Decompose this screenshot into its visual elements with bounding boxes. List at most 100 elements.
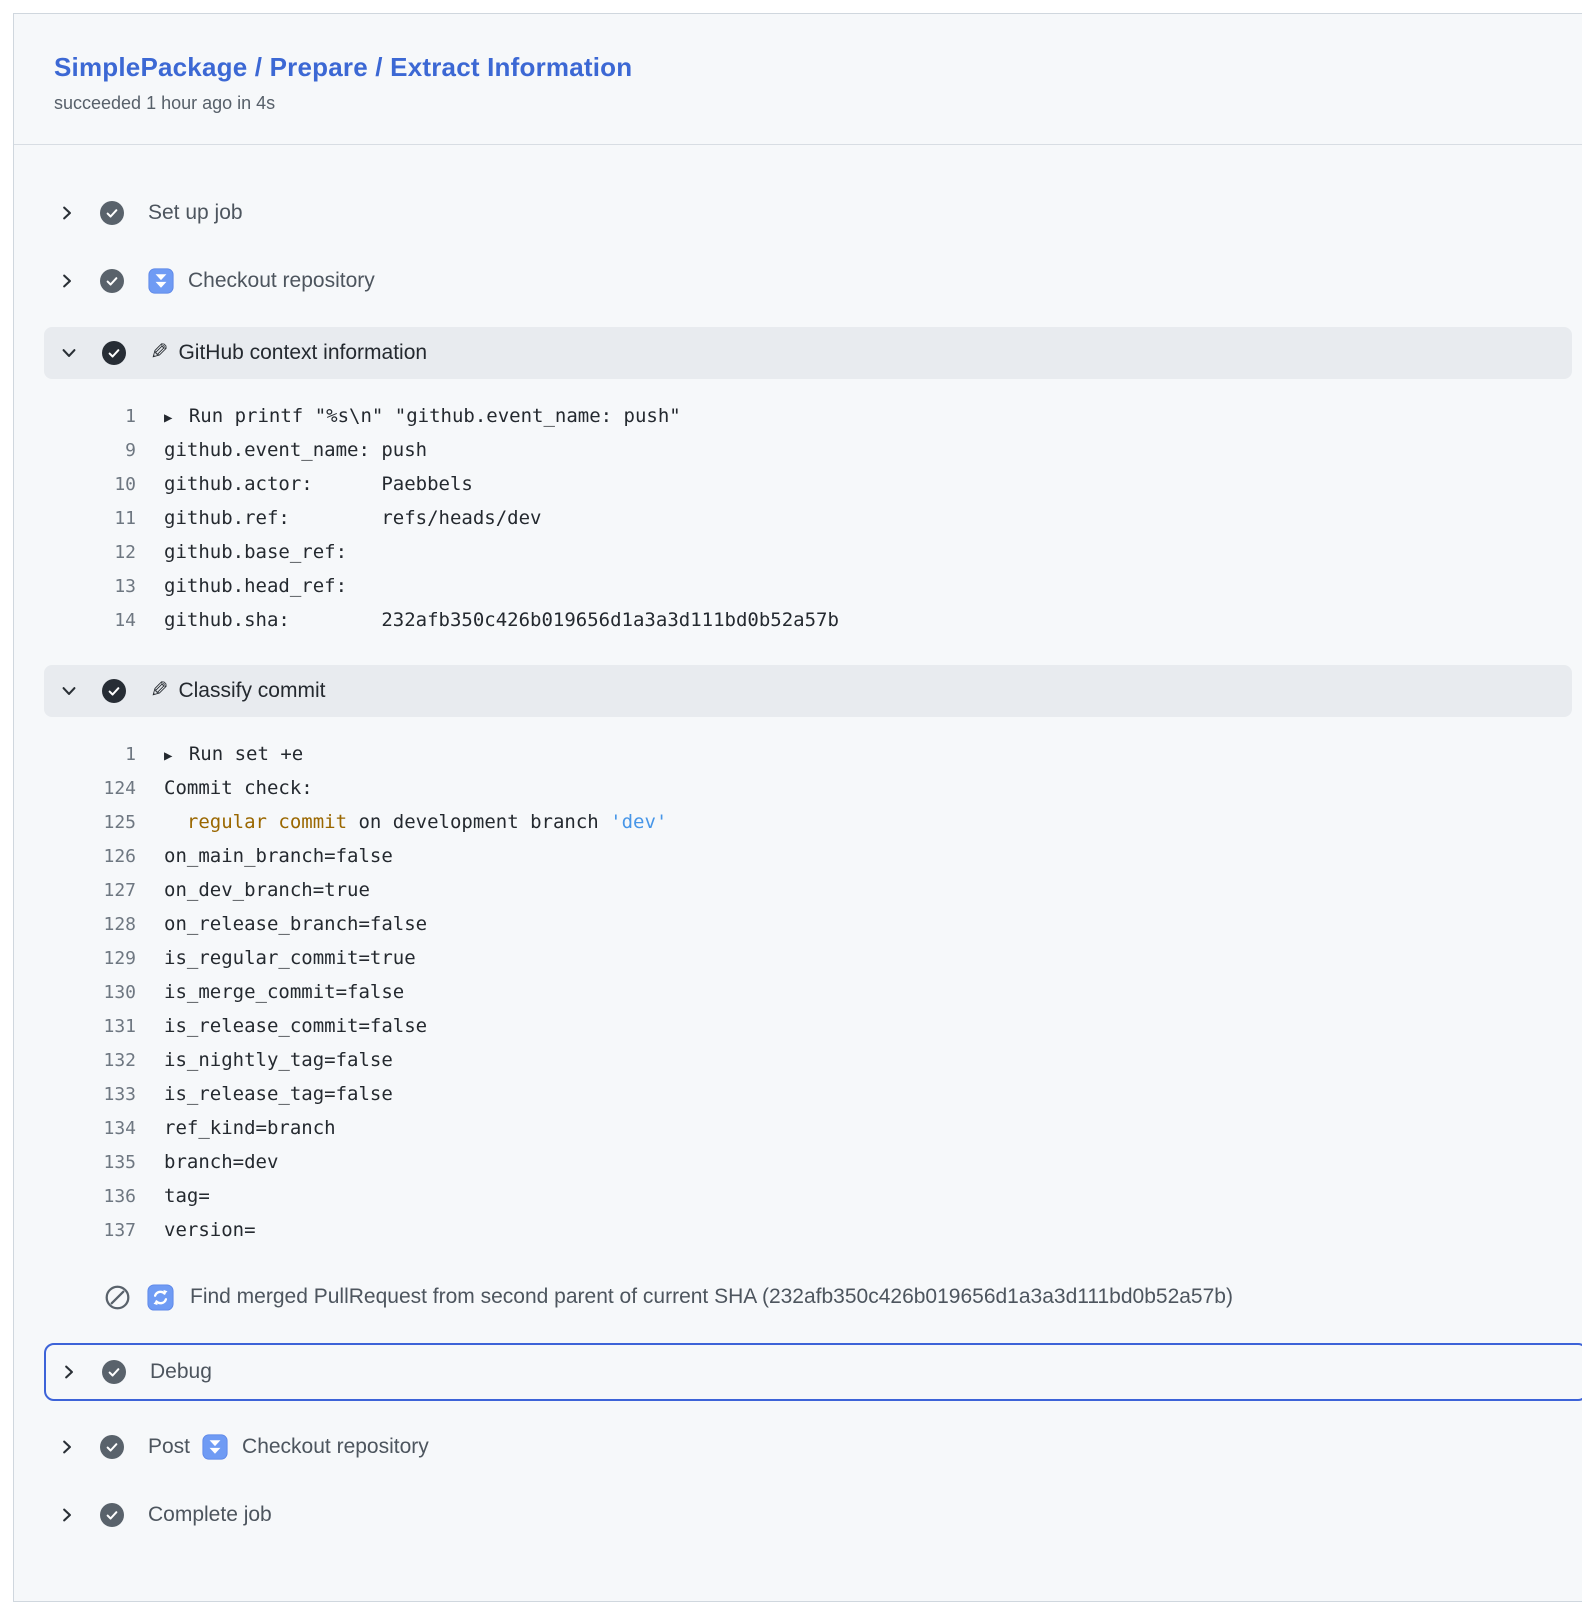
job-header: SimplePackage / Prepare / Extract Inform… [14,14,1582,145]
line-number[interactable]: 11 [44,508,136,529]
checkout-action-icon [148,268,174,294]
line-number[interactable]: 9 [44,440,136,461]
line-text: regular commit on development branch 'de… [164,811,667,833]
log-line: 124 Commit check: [44,771,1582,805]
line-text: on_release_branch=false [164,913,427,935]
line-text: Commit check: [164,777,313,799]
log-line: 129 is_regular_commit=true [44,941,1582,975]
log-line: 127 on_dev_branch=true [44,873,1582,907]
chevron-right-icon[interactable] [60,1363,78,1381]
line-number[interactable]: 130 [44,982,136,1003]
step-header-set-up-job[interactable]: Set up job [44,191,1582,235]
log-line: 135 branch=dev [44,1145,1582,1179]
chevron-right-icon[interactable] [58,1438,76,1456]
line-text: github.event_name: push [164,439,427,461]
chevron-down-icon[interactable] [60,682,78,700]
line-number[interactable]: 124 [44,778,136,799]
log-line: 130 is_merge_commit=false [44,975,1582,1009]
log-line: 11 github.ref: refs/heads/dev [44,501,1582,535]
line-text: is_merge_commit=false [164,981,404,1003]
sync-action-icon [147,1284,174,1311]
checkout-action-icon [202,1434,228,1460]
line-number[interactable]: 10 [44,474,136,495]
pencil-icon: ✎ [150,680,168,702]
line-number[interactable]: 136 [44,1186,136,1207]
success-check-icon [102,679,126,703]
line-number[interactable]: 133 [44,1084,136,1105]
line-number[interactable]: 134 [44,1118,136,1139]
line-number[interactable]: 12 [44,542,136,563]
success-check-icon [102,1360,126,1384]
step-header-debug[interactable]: Debug [46,1345,1582,1399]
line-text: version= [164,1219,256,1241]
chevron-right-icon[interactable] [58,204,76,222]
log-line: 9 github.event_name: push [44,433,1582,467]
chevron-right-icon[interactable] [58,1506,76,1524]
step-header-github-context-information[interactable]: ✎ GitHub context information [44,327,1572,379]
step-header-find-merged-pullrequest[interactable]: Find merged PullRequest from second pare… [80,1275,1582,1319]
log-line: 1 ▶ Run printf "%s\n" "github.event_name… [44,399,1582,433]
step-label: Checkout repository [242,1435,429,1459]
line-text: is_release_commit=false [164,1015,427,1037]
line-number[interactable]: 1 [44,406,136,427]
line-number[interactable]: 137 [44,1220,136,1241]
step-header-complete-job[interactable]: Complete job [44,1493,1582,1537]
job-title-link[interactable]: SimplePackage / Prepare / Extract Inform… [54,52,1542,83]
line-text: github.ref: refs/heads/dev [164,507,542,529]
step-label: Classify commit [178,679,325,703]
line-number[interactable]: 131 [44,1016,136,1037]
line-text: tag= [164,1185,210,1207]
skipped-icon [104,1284,131,1311]
line-number[interactable]: 13 [44,576,136,597]
step-header-classify-commit[interactable]: ✎ Classify commit [44,665,1572,717]
log-line: 12 github.base_ref: [44,535,1582,569]
step-debug: Debug [44,1343,1582,1401]
step-checkout-repository: Checkout repository [44,259,1582,303]
line-text: on_dev_branch=true [164,879,370,901]
line-number[interactable]: 129 [44,948,136,969]
job-status-text: succeeded 1 hour ago in 4s [54,93,1542,114]
success-check-icon [100,269,124,293]
line-number[interactable]: 127 [44,880,136,901]
step-complete-job: Complete job [44,1493,1582,1537]
line-text: github.actor: Paebbels [164,473,473,495]
chevron-down-icon[interactable] [60,344,78,362]
line-text: branch=dev [164,1151,278,1173]
line-number[interactable]: 1 [44,744,136,765]
line-text: ▶ Run set +e [164,743,303,765]
line-number[interactable]: 126 [44,846,136,867]
line-number[interactable]: 125 [44,812,136,833]
line-number[interactable]: 14 [44,610,136,631]
step-label: Complete job [148,1503,272,1527]
line-number[interactable]: 128 [44,914,136,935]
success-check-icon [100,201,124,225]
line-text: github.base_ref: [164,541,347,563]
log-line: 136 tag= [44,1179,1582,1213]
log-line: 125 regular commit on development branch… [44,805,1582,839]
log-line: 128 on_release_branch=false [44,907,1582,941]
step-find-merged-pullrequest: Find merged PullRequest from second pare… [44,1275,1582,1319]
line-number[interactable]: 135 [44,1152,136,1173]
step-label: Find merged PullRequest from second pare… [190,1285,1233,1309]
step-classify-commit: ✎ Classify commit 1 ▶ Run set +e 124 Com… [44,665,1582,1247]
step-header-checkout-repository[interactable]: Checkout repository [44,259,1582,303]
chevron-right-icon[interactable] [58,272,76,290]
log-line: 133 is_release_tag=false [44,1077,1582,1111]
line-number[interactable]: 132 [44,1050,136,1071]
log-block-github-context-information: 1 ▶ Run printf "%s\n" "github.event_name… [44,399,1582,637]
line-text: ▶ Run printf "%s\n" "github.event_name: … [164,405,681,427]
step-label-prefix: Post [148,1435,190,1459]
log-line: 1 ▶ Run set +e [44,737,1582,771]
step-header-post-checkout-repository[interactable]: Post Checkout repository [44,1425,1582,1469]
line-text: on_main_branch=false [164,845,393,867]
step-set-up-job: Set up job [44,191,1582,235]
log-line: 10 github.actor: Paebbels [44,467,1582,501]
log-line: 14 github.sha: 232afb350c426b019656d1a3a… [44,603,1582,637]
pencil-icon: ✎ [150,342,168,364]
log-line: 13 github.head_ref: [44,569,1582,603]
success-check-icon [100,1503,124,1527]
line-text: ref_kind=branch [164,1117,336,1139]
step-label: Checkout repository [188,269,375,293]
step-label: Debug [150,1360,212,1384]
log-block-classify-commit: 1 ▶ Run set +e 124 Commit check: 125 reg… [44,737,1582,1247]
